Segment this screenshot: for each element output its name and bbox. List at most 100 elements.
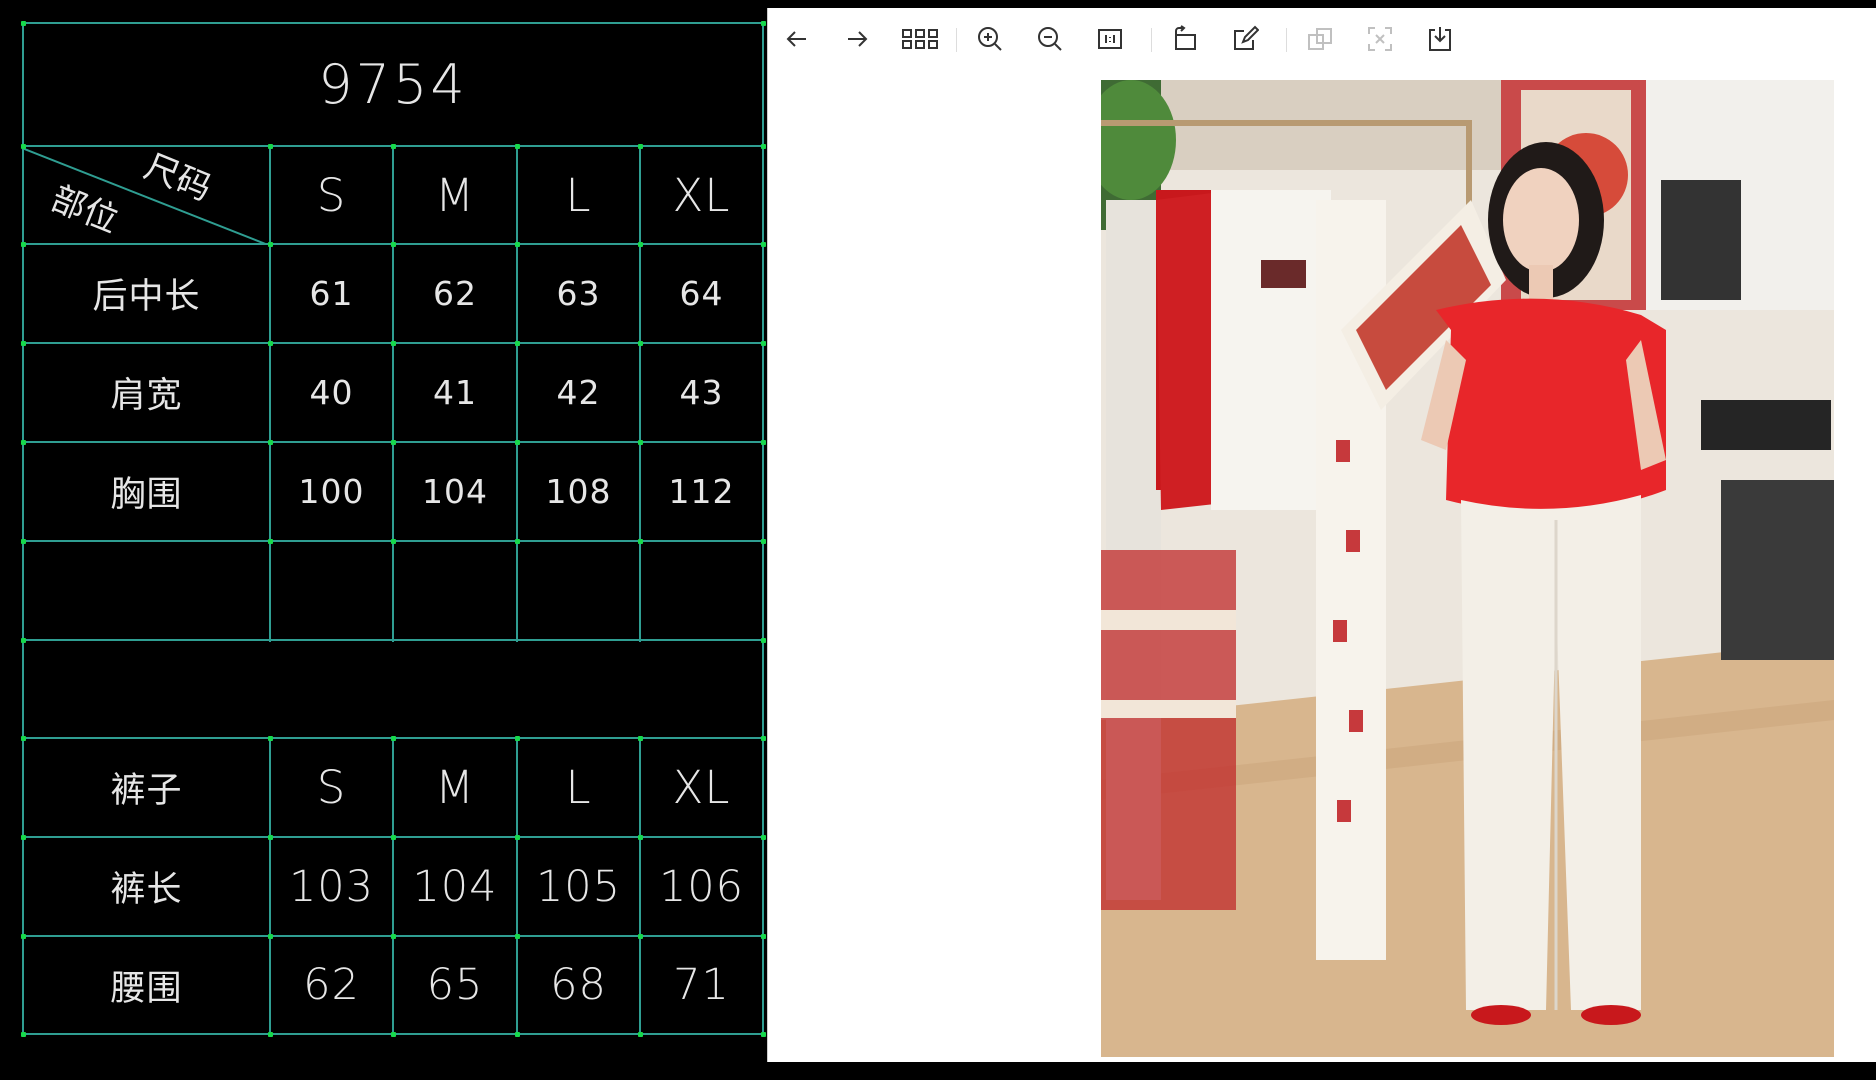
grid-node bbox=[515, 144, 520, 149]
actual-size-button[interactable] bbox=[1093, 22, 1127, 56]
rotate-button[interactable] bbox=[1168, 22, 1202, 56]
grid-node bbox=[21, 21, 26, 26]
pants-label: 裤子 bbox=[110, 771, 183, 811]
table-cell: 71 bbox=[673, 960, 730, 1010]
grid-node bbox=[391, 934, 396, 939]
download-icon bbox=[1429, 27, 1451, 51]
row-label-chest: 胸围 bbox=[110, 475, 183, 515]
copy-icon bbox=[1308, 28, 1332, 50]
grid-node bbox=[268, 440, 273, 445]
edit-button[interactable] bbox=[1228, 22, 1262, 56]
table-cell: 106 bbox=[658, 861, 745, 912]
toolbar-divider bbox=[956, 28, 957, 52]
grid-node bbox=[515, 1032, 520, 1037]
table-cell: 43 bbox=[679, 373, 724, 412]
grid-node bbox=[761, 341, 766, 346]
grid-node bbox=[21, 539, 26, 544]
grid-node bbox=[761, 1032, 766, 1037]
zoom-out-icon bbox=[1038, 27, 1062, 51]
zoom-out-button[interactable] bbox=[1033, 22, 1067, 56]
grid-node bbox=[268, 144, 273, 149]
grid-node bbox=[515, 242, 520, 247]
actual-size-icon bbox=[1098, 29, 1122, 49]
download-button[interactable] bbox=[1423, 22, 1457, 56]
pants-size-m: M bbox=[435, 761, 475, 814]
table-cell: 108 bbox=[545, 472, 612, 511]
grid-node bbox=[638, 539, 643, 544]
edit-icon bbox=[1234, 25, 1259, 50]
grid-node bbox=[761, 242, 766, 247]
copy-button[interactable] bbox=[1303, 22, 1337, 56]
grid-node bbox=[21, 835, 26, 840]
size-header-m: M bbox=[435, 168, 475, 222]
forward-button[interactable] bbox=[840, 22, 874, 56]
grid-node bbox=[268, 539, 273, 544]
photo-illustration bbox=[1101, 80, 1834, 1057]
grid-node bbox=[268, 242, 273, 247]
grid-node bbox=[391, 341, 396, 346]
grid-node bbox=[21, 736, 26, 741]
grid-node bbox=[638, 341, 643, 346]
table-cell: 64 bbox=[679, 274, 724, 313]
grid-node bbox=[268, 341, 273, 346]
arrow-right-icon bbox=[848, 31, 868, 47]
grid-node bbox=[638, 1032, 643, 1037]
grid-node bbox=[268, 835, 273, 840]
grid-node bbox=[761, 21, 766, 26]
grid-node bbox=[761, 736, 766, 741]
grid-node bbox=[21, 144, 26, 149]
grid-node bbox=[21, 242, 26, 247]
grid-node bbox=[391, 835, 396, 840]
table-cell: 112 bbox=[668, 472, 735, 511]
size-header-xl: XL bbox=[672, 168, 731, 222]
arrow-left-icon bbox=[786, 31, 806, 47]
grid-node bbox=[391, 1032, 396, 1037]
back-button[interactable] bbox=[780, 22, 814, 56]
grid-node bbox=[761, 144, 766, 149]
grid-line bbox=[762, 22, 764, 1035]
grid-node bbox=[761, 835, 766, 840]
grid-node bbox=[638, 934, 643, 939]
table-cell: 62 bbox=[433, 274, 477, 313]
grid-node bbox=[638, 736, 643, 741]
grid-view-button[interactable] bbox=[898, 22, 942, 56]
grid-node bbox=[391, 539, 396, 544]
pants-size-l: L bbox=[565, 761, 592, 814]
grid-node bbox=[21, 341, 26, 346]
grid-node bbox=[391, 736, 396, 741]
grid-node bbox=[268, 736, 273, 741]
ocr-button[interactable] bbox=[1363, 22, 1397, 56]
grid-node bbox=[761, 440, 766, 445]
size-header-s: S bbox=[316, 168, 347, 222]
grid-node bbox=[391, 440, 396, 445]
grid-node bbox=[515, 835, 520, 840]
table-cell: 104 bbox=[422, 472, 488, 511]
grid-node bbox=[515, 539, 520, 544]
grid-node bbox=[21, 1032, 26, 1037]
table-cell: 105 bbox=[535, 861, 622, 912]
table-cell: 40 bbox=[309, 373, 354, 412]
grid-node bbox=[21, 440, 26, 445]
pants-size-s: S bbox=[316, 761, 347, 814]
zoom-in-button[interactable] bbox=[973, 22, 1007, 56]
table-cell: 63 bbox=[556, 274, 601, 313]
ocr-icon bbox=[1368, 27, 1392, 51]
grid-node bbox=[761, 934, 766, 939]
photo-model-in-red-top-and-white-pants bbox=[1101, 80, 1834, 1057]
table-cell: 65 bbox=[426, 960, 484, 1010]
grid-node bbox=[268, 1032, 273, 1037]
grid-node bbox=[515, 341, 520, 346]
table-cell: 41 bbox=[433, 373, 477, 412]
table-cell: 42 bbox=[556, 373, 601, 412]
toolbar-divider bbox=[1151, 28, 1152, 52]
rotate-icon bbox=[1175, 25, 1196, 50]
grid-node bbox=[391, 144, 396, 149]
grid-node bbox=[268, 934, 273, 939]
grid-node bbox=[21, 934, 26, 939]
table-cell: 68 bbox=[550, 960, 607, 1010]
row-label-pants-length: 裤长 bbox=[110, 870, 183, 910]
table-cell: 61 bbox=[309, 274, 354, 313]
table-cell: 62 bbox=[303, 960, 360, 1010]
table-title: 9754 bbox=[318, 53, 468, 116]
grid-node bbox=[638, 242, 643, 247]
